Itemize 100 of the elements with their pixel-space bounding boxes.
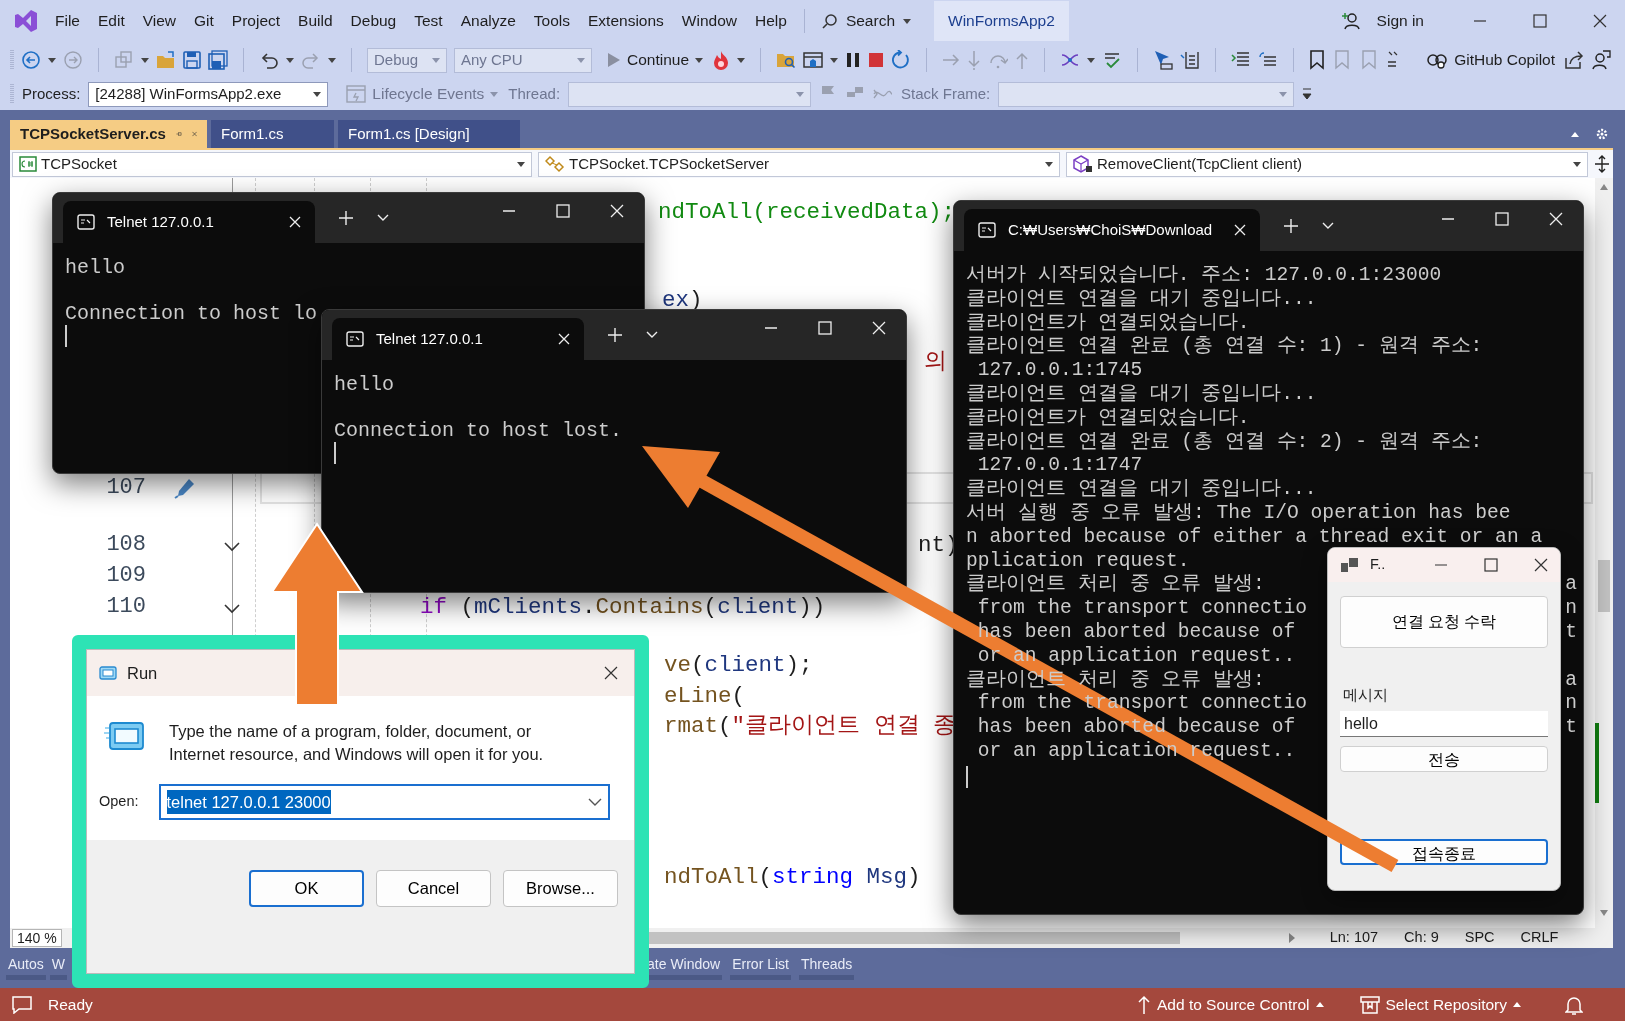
bookmark-icon[interactable] (1309, 50, 1326, 70)
back-icon[interactable] (21, 50, 41, 70)
bell-icon[interactable] (1565, 994, 1583, 1015)
dropdown-icon[interactable] (1571, 131, 1579, 137)
caret-icon[interactable] (1087, 57, 1096, 63)
caret-icon[interactable] (286, 57, 294, 63)
feedback-icon[interactable] (1591, 50, 1611, 70)
terminal-tab[interactable]: Telnet 127.0.0.1 (332, 318, 584, 360)
menu-item[interactable]: Debug (341, 6, 406, 36)
close-icon[interactable] (604, 666, 618, 680)
accept-button[interactable]: 연결 요청 수락 (1340, 596, 1548, 648)
dialog-button[interactable]: Browse... (503, 870, 618, 907)
undo-icon[interactable] (259, 51, 279, 69)
screwdriver-icon[interactable] (174, 477, 196, 499)
menu-item[interactable]: Window (672, 6, 746, 36)
field-label: 메시지 (1343, 685, 1389, 705)
scroll-arrow-icon[interactable] (1599, 908, 1609, 918)
settings-icon[interactable] (1595, 127, 1609, 141)
stop-icon[interactable] (868, 52, 885, 68)
tool-tab[interactable]: Autos (6, 954, 46, 980)
close-icon[interactable] (1593, 14, 1607, 28)
outdent-icon[interactable] (1258, 51, 1279, 69)
caret-icon[interactable] (328, 57, 336, 63)
terminal-tab[interactable]: C:₩Users₩ChoiS₩Download (964, 209, 1260, 251)
copilot-button[interactable]: GitHub Copilot (1424, 48, 1557, 72)
overflow-icon[interactable] (1386, 50, 1399, 70)
share-icon[interactable] (1564, 50, 1584, 70)
indent-icon[interactable] (1231, 51, 1252, 69)
restart-icon[interactable] (891, 50, 912, 70)
zoom-level[interactable]: 140 % (12, 929, 62, 947)
menu-item[interactable]: Analyze (451, 6, 525, 36)
command-field[interactable]: telnet 127.0.0.1 23000 (158, 784, 610, 820)
caret-icon[interactable] (48, 57, 56, 63)
caret-icon[interactable] (830, 57, 839, 63)
terminal-line: 서버 실행 중 오류 발생: The I/O operation has bee (966, 501, 1511, 526)
document-tab[interactable]: Form1.cs [Design] (338, 120, 520, 148)
menu-item[interactable]: Build (289, 6, 342, 36)
tool-tab[interactable]: Threads (799, 954, 855, 980)
split-icon[interactable] (1594, 155, 1610, 173)
tool-tab[interactable]: W (49, 954, 68, 980)
caret-icon (1573, 161, 1581, 167)
sign-in-button[interactable]: Sign in (1331, 6, 1433, 36)
dropdown[interactable]: TCPSocket.TCPSocketServer (538, 151, 1060, 177)
dropdown[interactable]: RemoveClient(TcpClient client) (1066, 151, 1588, 177)
play-icon (607, 52, 621, 68)
menu-item[interactable]: Git (185, 6, 223, 36)
overflow-icon[interactable] (1302, 88, 1313, 100)
chevron-icon[interactable] (588, 798, 602, 806)
new-tab-icon[interactable] (1284, 219, 1298, 233)
menu-item[interactable]: Project (222, 6, 290, 36)
save-icon[interactable] (183, 51, 201, 69)
search-button[interactable]: Search (812, 6, 920, 36)
process-dropdown[interactable]: [24288] WinFormsApp2.exe (88, 81, 329, 107)
scroll-arrow-icon[interactable] (1599, 182, 1609, 192)
continue-button[interactable]: Continue (605, 48, 706, 72)
code-line: eLine( (664, 683, 746, 709)
folder-search-icon[interactable] (776, 51, 797, 69)
menu-item[interactable]: Tools (524, 6, 580, 36)
scroll-arrow-icon[interactable] (1287, 932, 1296, 944)
pause-icon[interactable] (845, 52, 862, 68)
menu-item[interactable]: View (133, 6, 186, 36)
caret-icon[interactable] (141, 57, 149, 63)
terminal-line: n aborted because of either a thread exit or an a (966, 525, 1543, 550)
maximize-icon[interactable] (1484, 558, 1498, 572)
terminal-tab[interactable]: Telnet 127.0.0.1 (63, 201, 315, 243)
collapse-icon[interactable] (224, 542, 240, 552)
spell-check-icon[interactable] (1102, 51, 1123, 69)
add-to-source-control-button[interactable]: Add to Source Control (1135, 992, 1326, 1017)
vertical-scrollbar[interactable] (1595, 178, 1613, 928)
document-tab[interactable]: TCPSocketServer.cs (10, 120, 207, 148)
chat-icon[interactable] (12, 995, 32, 1014)
branch-icon[interactable] (1060, 51, 1081, 69)
scroll-thumb[interactable] (1598, 560, 1610, 612)
send-button[interactable]: 전송 (1340, 745, 1548, 772)
collapse-icon[interactable] (224, 604, 240, 614)
dialog-button[interactable]: Cancel (376, 870, 491, 907)
save-all-icon[interactable] (208, 50, 228, 70)
dialog-button[interactable]: OK (249, 870, 364, 907)
new-tab-icon[interactable] (339, 211, 353, 225)
menu-item[interactable]: Extensions (579, 6, 673, 36)
method-icon (1073, 155, 1093, 173)
window-icon[interactable] (803, 51, 824, 69)
menu-item[interactable]: Test (405, 6, 452, 36)
menu-item[interactable]: Edit (89, 6, 134, 36)
maximize-icon[interactable] (1533, 14, 1547, 28)
close-icon[interactable] (1534, 558, 1548, 572)
dropdown[interactable]: TCPSocket (12, 151, 532, 177)
line-number: 107 (105, 475, 146, 501)
flame-icon[interactable] (712, 50, 731, 70)
columns-icon[interactable] (1180, 50, 1201, 70)
menu-item[interactable]: File (46, 6, 89, 36)
select-repository-button[interactable]: Select Repository (1357, 992, 1523, 1017)
document-tab[interactable]: Form1.cs (211, 120, 334, 148)
menu-item[interactable]: Help (746, 6, 796, 36)
message-field[interactable]: hello (1340, 710, 1548, 737)
caret-icon[interactable] (737, 57, 746, 63)
tool-tab[interactable]: Error List (730, 954, 791, 980)
open-folder-icon[interactable] (156, 51, 176, 69)
new-tab-icon[interactable] (608, 328, 622, 342)
pointer-icon[interactable] (1153, 50, 1174, 70)
